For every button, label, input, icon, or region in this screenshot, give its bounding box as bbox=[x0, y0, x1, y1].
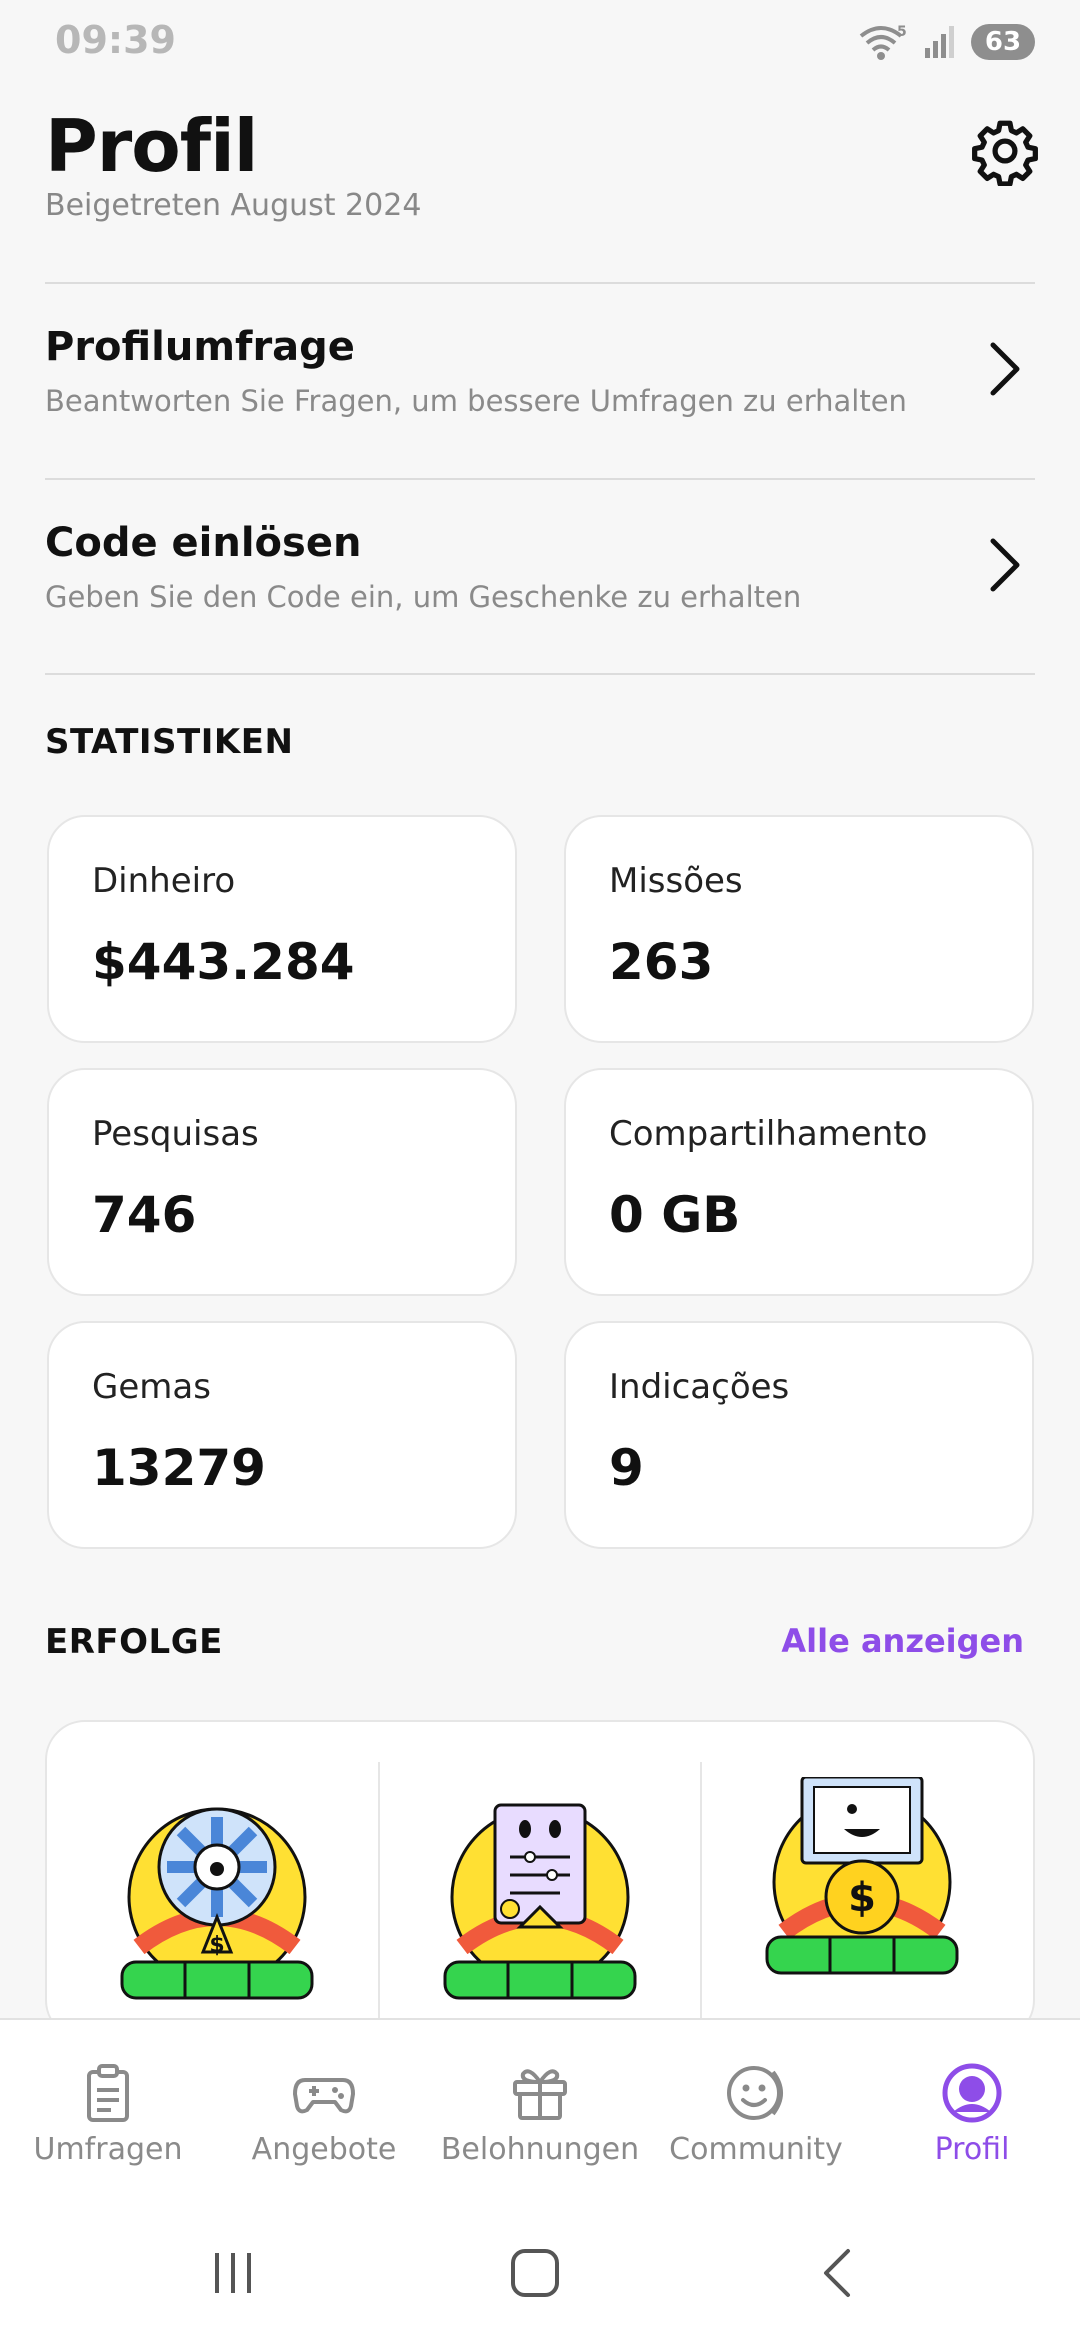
recent-apps-icon[interactable] bbox=[203, 2243, 263, 2303]
status-icons: 5 63 bbox=[857, 22, 1035, 62]
stat-card-surveys: Pesquisas 746 bbox=[47, 1068, 517, 1296]
chevron-right-icon bbox=[990, 342, 1020, 396]
stat-card-sharing: Compartilhamento 0 GB bbox=[564, 1068, 1034, 1296]
chevron-right-icon bbox=[990, 538, 1020, 592]
divider bbox=[700, 1762, 702, 2018]
stat-label: Compartilhamento bbox=[609, 1114, 928, 1154]
stat-value: 13279 bbox=[92, 1439, 266, 1497]
stat-label: Pesquisas bbox=[92, 1114, 259, 1154]
wifi-badge: 5 bbox=[897, 24, 907, 40]
smiley-icon bbox=[727, 2066, 783, 2120]
joined-date: Beigetreten August 2024 bbox=[45, 190, 422, 223]
profile-scroll-area[interactable]: Beigetreten August 2024 Profilumfrage Be… bbox=[0, 190, 1080, 2018]
status-time: 09:39 bbox=[55, 18, 176, 62]
header: Profil bbox=[0, 86, 1080, 206]
stat-card-referrals: Indicações 9 bbox=[564, 1321, 1034, 1549]
home-icon[interactable] bbox=[505, 2243, 565, 2303]
nav-label: Umfragen bbox=[33, 2132, 183, 2167]
stat-value: 0 GB bbox=[609, 1186, 741, 1244]
menu-title: Code einlösen bbox=[45, 520, 362, 566]
signal-icon bbox=[925, 26, 954, 58]
stat-card-gems: Gemas 13279 bbox=[47, 1321, 517, 1549]
clipboard-icon bbox=[87, 2064, 129, 2122]
svg-text:$: $ bbox=[209, 1933, 224, 1958]
wheel-badge-icon[interactable]: $ bbox=[117, 1777, 317, 2007]
divider bbox=[378, 1762, 380, 2018]
stat-label: Indicações bbox=[609, 1367, 790, 1407]
stat-label: Dinheiro bbox=[92, 861, 236, 901]
battery-indicator: 63 bbox=[971, 24, 1035, 60]
stats-section-title: STATISTIKEN bbox=[45, 722, 294, 762]
bottom-nav: Umfragen Angebote Belohnungen Community bbox=[0, 2018, 1080, 2203]
nav-item-belohnungen[interactable]: Belohnungen bbox=[432, 2020, 648, 2203]
nav-label: Angebote bbox=[251, 2132, 397, 2167]
video-badge-icon[interactable]: $ bbox=[762, 1777, 962, 2007]
see-all-link[interactable]: Alle anzeigen bbox=[781, 1622, 1024, 1660]
nav-item-profil[interactable]: Profil bbox=[864, 2020, 1080, 2203]
settings-button[interactable] bbox=[970, 116, 1040, 187]
nav-label: Belohnungen bbox=[440, 2132, 640, 2167]
stat-value: 9 bbox=[609, 1439, 644, 1497]
achievements-section-title: ERFOLGE bbox=[45, 1622, 223, 1662]
stat-value: 746 bbox=[92, 1186, 197, 1244]
profile-survey-row[interactable]: Profilumfrage Beantworten Sie Fragen, um… bbox=[45, 284, 1035, 434]
profile-icon bbox=[942, 2063, 1002, 2123]
stat-label: Gemas bbox=[92, 1367, 211, 1407]
page-title: Profil bbox=[45, 104, 258, 188]
divider bbox=[45, 673, 1035, 675]
menu-title: Profilumfrage bbox=[45, 324, 355, 370]
nav-label: Community bbox=[669, 2132, 843, 2167]
achievements-card[interactable]: $ $ bbox=[45, 1720, 1035, 2018]
gear-icon bbox=[972, 120, 1038, 187]
nav-item-umfragen[interactable]: Umfragen bbox=[0, 2020, 216, 2203]
status-bar: 09:39 5 63 bbox=[0, 0, 1080, 86]
gamepad-icon bbox=[293, 2078, 355, 2114]
nav-item-community[interactable]: Community bbox=[648, 2020, 864, 2203]
gift-icon bbox=[513, 2069, 567, 2120]
survey-badge-icon[interactable] bbox=[440, 1777, 640, 2007]
svg-text:$: $ bbox=[848, 1875, 876, 1921]
menu-subtitle: Geben Sie den Code ein, um Geschenke zu … bbox=[45, 580, 802, 614]
back-icon[interactable] bbox=[810, 2243, 870, 2303]
stat-card-missions: Missões 263 bbox=[564, 815, 1034, 1043]
stat-label: Missões bbox=[609, 861, 743, 901]
menu-subtitle: Beantworten Sie Fragen, um bessere Umfra… bbox=[45, 384, 907, 418]
stat-value: 263 bbox=[609, 933, 714, 991]
system-nav-bar bbox=[0, 2203, 1080, 2340]
stat-card-money: Dinheiro $443.284 bbox=[47, 815, 517, 1043]
wifi-icon: 5 bbox=[859, 24, 907, 60]
stat-value: $443.284 bbox=[92, 933, 355, 991]
nav-label: Profil bbox=[934, 2132, 1010, 2167]
redeem-code-row[interactable]: Code einlösen Geben Sie den Code ein, um… bbox=[45, 480, 1035, 630]
nav-item-angebote[interactable]: Angebote bbox=[216, 2020, 432, 2203]
